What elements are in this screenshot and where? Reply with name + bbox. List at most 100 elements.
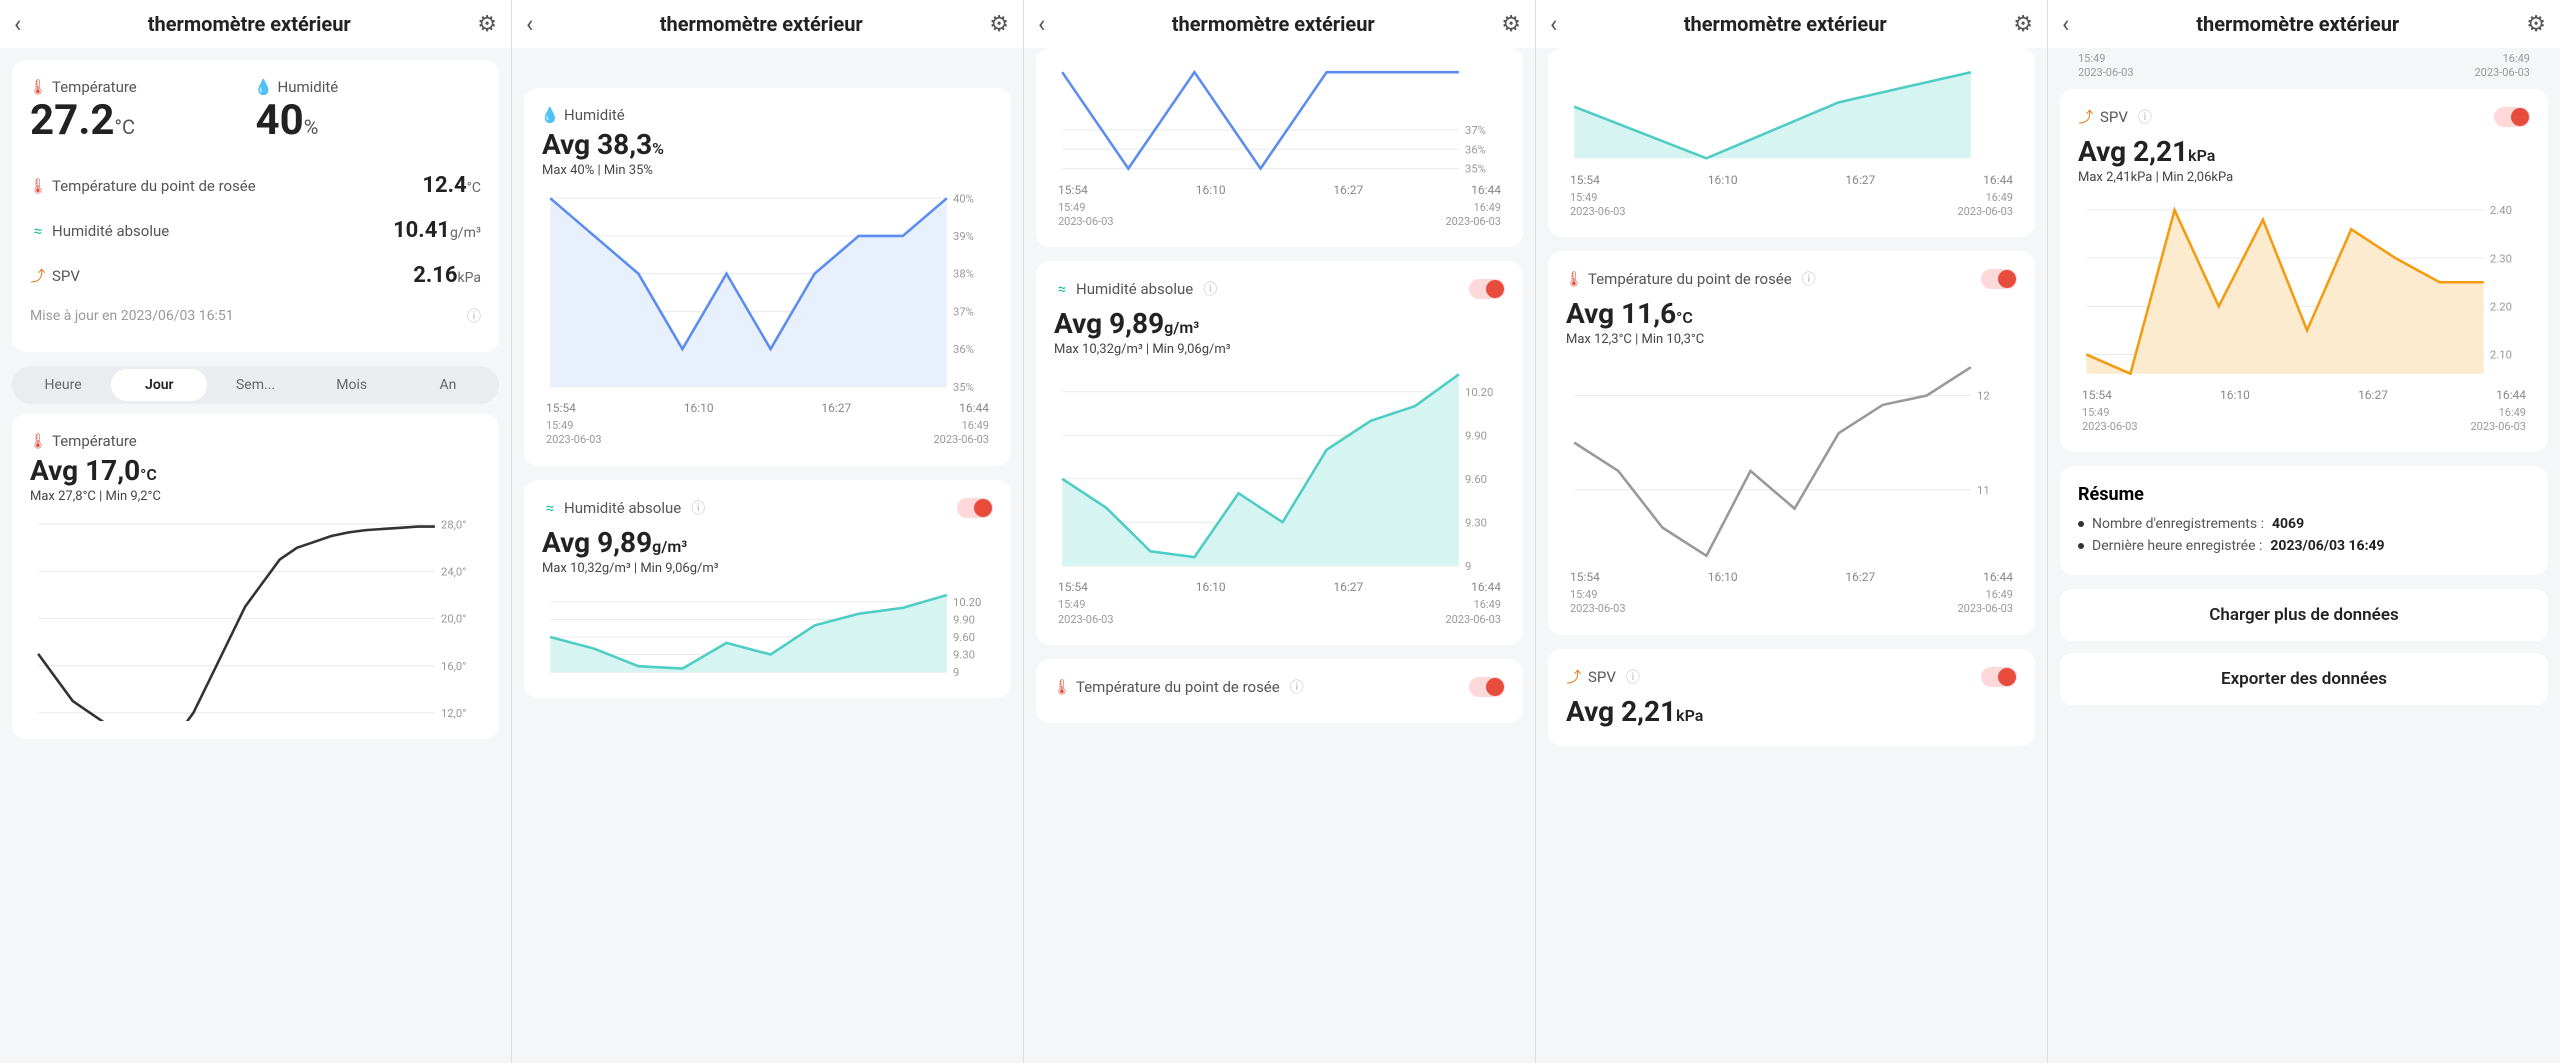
settings-icon[interactable]: ⚙ — [477, 12, 497, 37]
info-icon[interactable]: ⓘ — [1626, 667, 1640, 687]
svg-text:9.30: 9.30 — [953, 648, 975, 661]
xtick: 16:27 — [1333, 183, 1363, 197]
info-icon[interactable]: ⓘ — [1802, 269, 1816, 289]
settings-icon[interactable]: ⚙ — [2013, 12, 2033, 37]
xtick: 16:44 — [959, 401, 989, 415]
abshum-value: 10.41 — [393, 218, 450, 243]
back-button[interactable]: ‹ — [2062, 10, 2069, 38]
last-value: 2023/06/03 16:49 — [2270, 538, 2384, 554]
load-more-button[interactable]: Charger plus de données — [2060, 589, 2548, 641]
dewpoint-toggle[interactable] — [1981, 269, 2017, 289]
svg-text:24,0°: 24,0° — [441, 565, 466, 578]
export-button[interactable]: Exporter des données — [2060, 653, 2548, 705]
spv-avg-unit: kPa — [1676, 706, 1703, 725]
temp-avg-unit: °C — [140, 465, 157, 484]
svg-text:9: 9 — [1465, 560, 1471, 573]
resume-card: Résume Nombre d'enregistrements : 4069 D… — [2060, 466, 2548, 575]
back-button[interactable]: ‹ — [1550, 10, 1557, 38]
date-to-time: 16:49 — [1957, 588, 2013, 602]
date-to-time: 16:49 — [1957, 191, 2013, 205]
xtick: 16:44 — [1983, 570, 2013, 584]
svg-text:12: 12 — [1977, 390, 1990, 403]
svg-text:9.60: 9.60 — [953, 631, 975, 644]
abshum-chart: 99.309.609.9010.20 15:54 16:10 16:27 16:… — [1054, 369, 1505, 627]
settings-icon[interactable]: ⚙ — [2526, 12, 2546, 37]
humidity-chart-card: 💧Humidité Avg 38,3% Max 40% | Min 35% 35… — [524, 88, 1011, 466]
settings-icon[interactable]: ⚙ — [1501, 12, 1521, 37]
xtick: 15:54 — [1058, 183, 1088, 197]
date-from-time: 15:49 — [546, 419, 602, 433]
dewpoint-toggle[interactable] — [1469, 677, 1505, 697]
info-icon[interactable]: ⓘ — [691, 498, 705, 518]
xtick: 16:10 — [684, 401, 714, 415]
thermometer-icon: 🌡 — [30, 433, 46, 449]
date-to-date: 2023-06-03 — [1957, 205, 2013, 219]
svg-text:20,0°: 20,0° — [441, 613, 466, 626]
xtick: 16:27 — [1845, 570, 1875, 584]
dp-maxmin: Max 12,3°C | Min 10,3°C — [1566, 332, 2017, 347]
abshum-unit: g/m³ — [450, 225, 481, 241]
date-from-date: 2023-06-03 — [1570, 602, 1626, 616]
abshum-chart-card: ≈Humidité absolueⓘ Avg 9,89g/m³ Max 10,3… — [524, 480, 1011, 698]
top-time: 15:49 — [2078, 52, 2134, 66]
dewpoint-unit: °C — [467, 180, 481, 196]
hum-value: 40 — [256, 96, 304, 145]
abshum-maxmin: Max 10,32g/m³ | Min 9,06g/m³ — [542, 561, 993, 576]
panel-2: ‹ thermomètre extérieur ⚙ 💧Humidité Avg … — [512, 0, 1024, 1063]
svg-text:9: 9 — [953, 666, 959, 679]
spv-toggle[interactable] — [2494, 107, 2530, 127]
svg-text:38%: 38% — [953, 268, 974, 281]
tab-mois[interactable]: Mois — [304, 369, 400, 401]
spv-toggle[interactable] — [1981, 667, 2017, 687]
panel-1: ‹ thermomètre extérieur ⚙ 🌡 Température 2… — [0, 0, 512, 1063]
settings-icon[interactable]: ⚙ — [989, 12, 1009, 37]
svg-text:12,0°: 12,0° — [441, 707, 466, 720]
bullet-icon — [2078, 521, 2084, 527]
back-button[interactable]: ‹ — [1038, 10, 1045, 38]
date-from-time: 15:49 — [2082, 406, 2138, 420]
temp-label: Température — [52, 78, 137, 96]
tab-sem[interactable]: Sem... — [207, 369, 303, 401]
tab-an[interactable]: An — [400, 369, 496, 401]
svg-text:2.10: 2.10 — [2490, 348, 2512, 361]
xtick: 15:54 — [546, 401, 576, 415]
page-title: thermomètre extérieur — [1557, 12, 2013, 36]
abshum-toggle[interactable] — [957, 498, 993, 518]
abshum-toggle[interactable] — [1469, 279, 1505, 299]
page-title: thermomètre extérieur — [1045, 12, 1501, 36]
date-to-time: 16:49 — [2470, 406, 2526, 420]
dewpoint-icon: 🌡 — [1566, 271, 1582, 287]
header: ‹ thermomètre extérieur ⚙ — [1536, 0, 2047, 48]
xtick: 16:27 — [821, 401, 851, 415]
humidity-partial-card: 35%36%37% 15:54 16:10 16:27 16:44 15:492… — [1036, 48, 1523, 247]
xtick: 16:10 — [1708, 173, 1738, 187]
tab-heure[interactable]: Heure — [15, 369, 111, 401]
header: ‹ thermomètre extérieur ⚙ — [0, 0, 511, 48]
xtick: 16:44 — [1983, 173, 2013, 187]
xtick: 16:10 — [1196, 183, 1226, 197]
date-to-time: 16:49 — [1445, 598, 1501, 612]
temp-value: 27.2 — [30, 96, 114, 145]
hum-avg-unit: % — [652, 139, 664, 158]
summary-card: 🌡Température 27.2°C 💧Humidité 40% 🌡Tempé… — [12, 60, 499, 352]
dewpoint-icon: 🌡 — [30, 178, 46, 194]
back-button[interactable]: ‹ — [526, 10, 533, 38]
abshum-icon: ≈ — [542, 500, 558, 516]
dewpoint-chart: 1112 15:54 16:10 16:27 16:44 15:492023-0… — [1566, 359, 2017, 617]
svg-text:2.20: 2.20 — [2490, 300, 2512, 313]
abshum-avg: Avg 9,89 — [542, 526, 652, 559]
info-icon[interactable]: ⓘ — [1203, 279, 1217, 299]
abshum-maxmin: Max 10,32g/m³ | Min 9,06g/m³ — [1054, 342, 1505, 357]
abshum-avg: Avg 9,89 — [1054, 307, 1164, 340]
spv-label: SPV — [52, 267, 80, 285]
info-icon[interactable]: ⓘ — [467, 306, 481, 326]
svg-text:28,0°: 28,0° — [441, 518, 466, 531]
tab-jour[interactable]: Jour — [111, 369, 207, 401]
abshum-label: Humidité absolue — [52, 222, 169, 240]
svg-text:10.20: 10.20 — [1465, 386, 1493, 399]
thermometer-icon: 🌡 — [30, 79, 46, 95]
svg-text:2.40: 2.40 — [2490, 204, 2512, 217]
info-icon[interactable]: ⓘ — [1290, 677, 1304, 697]
info-icon[interactable]: ⓘ — [2138, 107, 2152, 127]
back-button[interactable]: ‹ — [14, 10, 21, 38]
